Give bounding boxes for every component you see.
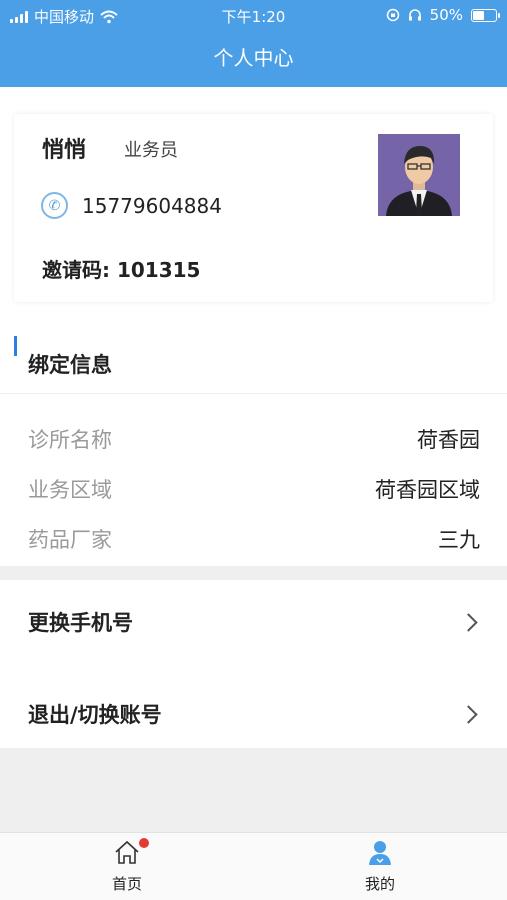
tab-label: 我的 [364, 875, 395, 893]
avatar[interactable] [378, 134, 460, 216]
home-icon [113, 838, 149, 867]
header: 中国移动 下午1:20 50% 个人中心 [0, 0, 507, 87]
profile-section: 悄悄 业务员 ✆ 15779604884 邀请码: 101315 [0, 87, 507, 316]
headphones-icon [408, 9, 421, 21]
settings-menu: 更换手机号 退出/切换账号 [0, 580, 507, 748]
user-name: 悄悄 [42, 138, 87, 163]
info-label: 诊所名称 [28, 428, 112, 452]
page-title: 个人中心 [213, 46, 294, 70]
info-value: 荷香园区域 [375, 478, 480, 502]
tab-mine[interactable]: 我的 [330, 839, 430, 894]
battery-percent: 50% [429, 6, 463, 24]
status-bar: 中国移动 下午1:20 50% [0, 0, 507, 32]
invite-code-value: 101315 [116, 258, 201, 282]
tab-label: 首页 [111, 875, 142, 893]
bind-info-header: 绑定信息 [0, 316, 507, 394]
info-row-clinic: 诊所名称 荷香园 [28, 424, 480, 454]
user-role: 业务员 [124, 140, 178, 161]
chevron-right-icon [459, 704, 478, 724]
info-value: 荷香园 [417, 428, 480, 452]
user-icon [366, 839, 394, 867]
invite-code-label: 邀请码: [42, 258, 110, 282]
phone-icon: ✆ [41, 192, 68, 219]
section-accent-bar [14, 336, 17, 356]
menu-item-label: 退出/切换账号 [28, 703, 162, 727]
menu-item-label: 更换手机号 [28, 611, 133, 635]
rotation-lock-icon [386, 8, 399, 22]
phone-number: 15779604884 [82, 194, 222, 218]
info-label: 业务区域 [28, 478, 112, 502]
tab-bar: 首页 我的 [0, 832, 507, 900]
battery-icon [471, 8, 500, 22]
bind-info-section: 绑定信息 诊所名称 荷香园 业务区域 荷香园区域 药品厂家 三九 [0, 316, 507, 566]
section-title: 绑定信息 [28, 353, 112, 377]
battery-fill [473, 10, 484, 20]
invite-code: 邀请码: 101315 [42, 254, 200, 283]
change-phone-item[interactable]: 更换手机号 [0, 580, 507, 664]
info-row-manufacturer: 药品厂家 三九 [28, 524, 480, 554]
chevron-right-icon [459, 612, 478, 632]
logout-switch-item[interactable]: 退出/切换账号 [0, 672, 507, 756]
notification-badge [139, 838, 149, 848]
info-label: 药品厂家 [28, 528, 112, 552]
avatar-illustration [378, 134, 460, 216]
info-value: 三九 [438, 528, 480, 552]
profile-card: 悄悄 业务员 ✆ 15779604884 邀请码: 101315 [14, 114, 493, 302]
tab-home[interactable]: 首页 [77, 838, 177, 894]
info-row-region: 业务区域 荷香园区域 [28, 474, 480, 504]
